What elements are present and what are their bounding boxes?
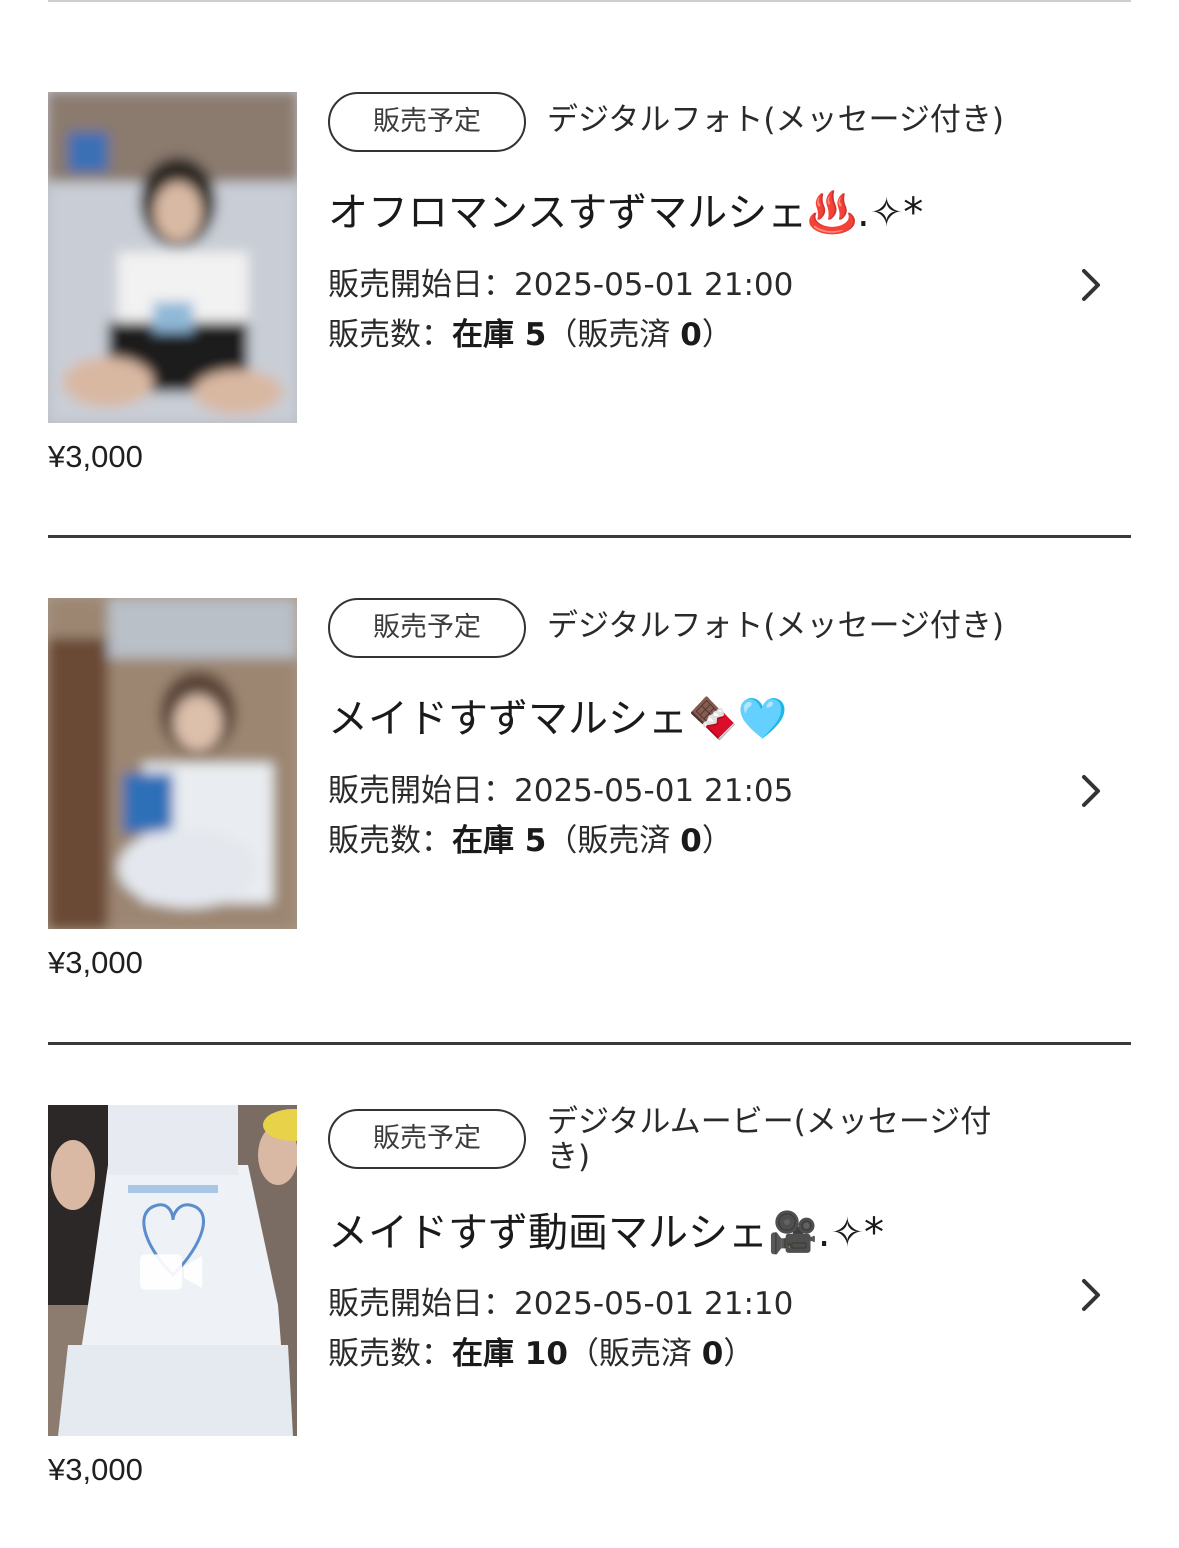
- status-badge: 販売予定: [328, 92, 526, 152]
- product-price: ¥3,000: [48, 439, 143, 474]
- product-category: デジタルフォト(メッセージ付き): [547, 608, 1004, 644]
- top-divider: [48, 0, 1131, 2]
- sales-count: 販売数：在庫 5（販売済 0）: [328, 315, 733, 355]
- product-list: ¥3,000 販売予定 デジタルフォト(メッセージ付き) オフロマンスすずマルシ…: [0, 0, 1179, 1548]
- product-thumbnail: [48, 598, 297, 929]
- chevron-right-icon[interactable]: [1070, 771, 1110, 811]
- sold-prefix: （販売済: [546, 317, 681, 353]
- sold-value: 0: [680, 823, 702, 859]
- product-title: メイドすず動画マルシェ🎥.✧*: [328, 1210, 885, 1256]
- sale-start-label: 販売開始日：: [328, 1286, 514, 1322]
- stock-value: 在庫 10: [452, 1336, 568, 1372]
- sale-start-date: 販売開始日：2025-05-01 21:05: [328, 771, 793, 811]
- sold-prefix: （販売済: [567, 1336, 702, 1372]
- status-badge: 販売予定: [328, 1109, 526, 1169]
- product-category: デジタルムービー(メッセージ付き): [547, 1104, 992, 1175]
- product-title: メイドすずマルシェ🍫🩵: [328, 696, 788, 742]
- sale-start-label: 販売開始日：: [328, 267, 514, 303]
- product-item-3[interactable]: ¥3,000 販売予定 デジタルムービー(メッセージ付き) メイドすず動画マルシ…: [48, 1105, 1131, 1505]
- product-price: ¥3,000: [48, 1452, 143, 1487]
- sale-start-value: 2025-05-01 21:05: [514, 773, 794, 809]
- product-title: オフロマンスすずマルシェ♨️.✧*: [328, 190, 924, 236]
- sales-count-label: 販売数：: [328, 317, 452, 353]
- product-item-1[interactable]: ¥3,000 販売予定 デジタルフォト(メッセージ付き) オフロマンスすずマルシ…: [48, 92, 1131, 492]
- stock-value: 在庫 5: [452, 317, 547, 353]
- product-thumbnail: [48, 92, 297, 423]
- sale-start-label: 販売開始日：: [328, 773, 514, 809]
- product-thumbnail: [48, 1105, 297, 1436]
- sale-start-date: 販売開始日：2025-05-01 21:10: [328, 1284, 793, 1324]
- sold-prefix: （販売済: [546, 823, 681, 859]
- chevron-right-icon[interactable]: [1070, 265, 1110, 305]
- sales-count-label: 販売数：: [328, 1336, 452, 1372]
- blurred-photo-image: [48, 92, 297, 423]
- sales-count: 販売数：在庫 10（販売済 0）: [328, 1334, 754, 1374]
- video-camera-icon: [140, 1254, 203, 1290]
- sale-start-value: 2025-05-01 21:00: [514, 267, 794, 303]
- chevron-right-icon[interactable]: [1070, 1275, 1110, 1315]
- blurred-photo-image: [48, 598, 297, 929]
- sold-suffix: ）: [701, 317, 733, 353]
- sold-suffix: ）: [701, 823, 733, 859]
- product-item-2[interactable]: ¥3,000 販売予定 デジタルフォト(メッセージ付き) メイドすずマルシェ🍫🩵…: [48, 598, 1131, 998]
- status-badge: 販売予定: [328, 598, 526, 658]
- product-price: ¥3,000: [48, 945, 143, 980]
- item-divider: [48, 535, 1131, 538]
- sales-count-label: 販売数：: [328, 823, 452, 859]
- stock-value: 在庫 5: [452, 823, 547, 859]
- sale-start-date: 販売開始日：2025-05-01 21:00: [328, 265, 793, 305]
- sold-value: 0: [680, 317, 702, 353]
- sold-value: 0: [701, 1336, 724, 1372]
- sales-count: 販売数：在庫 5（販売済 0）: [328, 821, 733, 861]
- sale-start-value: 2025-05-01 21:10: [514, 1286, 794, 1322]
- sold-suffix: ）: [723, 1336, 755, 1372]
- product-category: デジタルフォト(メッセージ付き): [547, 102, 1004, 138]
- item-divider: [48, 1042, 1131, 1045]
